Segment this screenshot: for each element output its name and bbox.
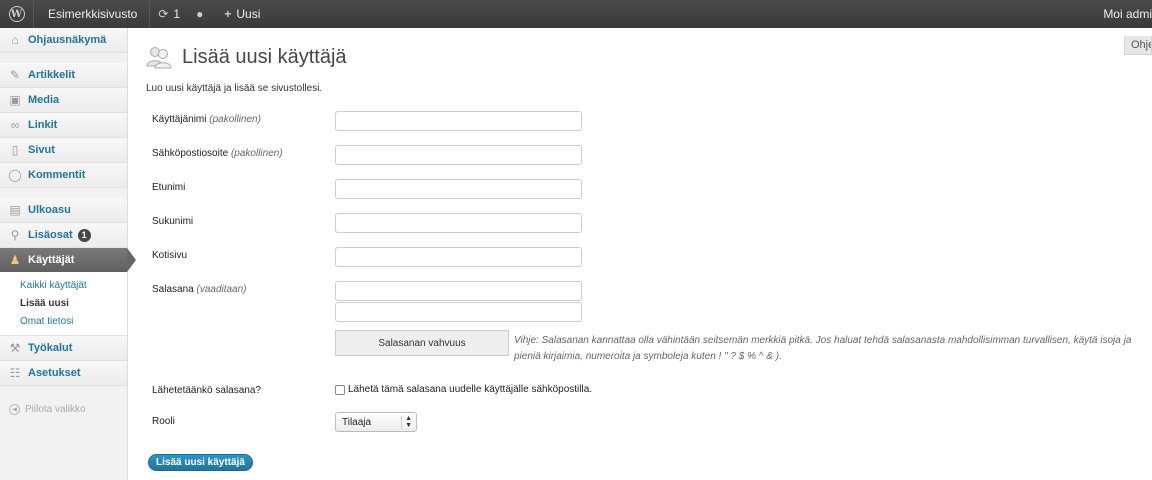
account-menu[interactable]: Moi admi: [1095, 0, 1152, 28]
pin-icon: ✎: [9, 68, 21, 82]
users-icon: [146, 47, 172, 69]
users-icon: ♟: [9, 253, 21, 267]
plugin-update-badge: 1: [77, 228, 91, 242]
users-submenu: Kaikki käyttäjät Lisää uusi Omat tietosi: [0, 272, 127, 336]
menu-media[interactable]: ▣ Media: [0, 88, 127, 113]
menu-posts[interactable]: ✎ Artikkelit: [0, 63, 127, 88]
help-tab[interactable]: Ohje: [1124, 36, 1152, 55]
password-hint: Vihje: Salasanan kannattaa olla vähintää…: [514, 335, 1132, 362]
collapse-menu-button[interactable]: ◀ Piilota valikko: [0, 396, 127, 422]
appearance-icon: ▤: [9, 203, 21, 217]
menu-separator: [0, 53, 127, 63]
menu-appearance[interactable]: ▤ Ulkoasu: [0, 198, 127, 223]
page-title: Lisää uusi käyttäjä: [182, 45, 347, 68]
link-icon: ∞: [10, 118, 20, 132]
admin-sidebar: ⌂ Ohjausnäkymä ✎ Artikkelit ▣ Media ∞ Li…: [0, 28, 136, 480]
username-label: Käyttäjänimi (pakollinen): [152, 114, 261, 125]
menu-label: Lisäosat: [28, 229, 73, 241]
settings-icon: ☷: [9, 366, 21, 380]
page-icon: ▯: [11, 143, 19, 157]
menu-label: Työkalut: [28, 342, 73, 354]
menu-label: Asetukset: [28, 367, 81, 379]
menu-label: Ohjausnäkymä: [28, 34, 107, 46]
menu-label: Kommentit: [28, 169, 86, 181]
lastname-input[interactable]: [335, 213, 582, 233]
website-input[interactable]: [335, 247, 582, 267]
password-label-text: Salasana: [152, 284, 194, 295]
wordpress-logo-icon: W: [8, 6, 25, 22]
menu-pages[interactable]: ▯ Sivut: [0, 138, 127, 163]
menu-label: Linkit: [28, 119, 58, 131]
menu-label: Media: [28, 94, 60, 106]
send-password-option[interactable]: Lähetä tämä salasana uudelle käyttäjälle…: [335, 384, 592, 395]
password-strength-indicator: Salasanan vahvuus: [335, 330, 509, 356]
menu-label: Sivut: [28, 144, 55, 156]
menu-label: Ulkoasu: [28, 204, 71, 216]
select-arrows-icon: ▲ ▼: [405, 415, 412, 429]
admin-bar: W Esimerkkisivusto ⟳ 1 ● + Uusi Moi admi: [0, 0, 1152, 28]
menu-users[interactable]: ♟ Käyttäjät: [0, 248, 136, 272]
menu-label: Artikkelit: [28, 69, 76, 81]
plugin-icon: ⚲: [10, 228, 20, 242]
updates-count: 1: [173, 7, 181, 21]
email-input[interactable]: [335, 145, 582, 165]
new-content-label: Uusi: [236, 7, 261, 21]
required-note: (pakollinen): [230, 148, 283, 159]
firstname-input[interactable]: [335, 179, 582, 199]
password-input[interactable]: [335, 281, 582, 301]
comment-bubble-icon: ●: [196, 7, 204, 21]
send-password-label: Lähetetäänkö salasana?: [152, 385, 261, 396]
menu-label: Käyttäjät: [28, 254, 75, 266]
new-content-menu[interactable]: + Uusi: [216, 0, 268, 28]
role-label: Rooli: [152, 416, 175, 427]
select-divider: [401, 416, 402, 429]
menu-dashboard[interactable]: ⌂ Ohjausnäkymä: [0, 28, 127, 53]
submenu-add-new[interactable]: Lisää uusi: [0, 295, 127, 313]
email-label-text: Sähköpostiosoite: [152, 148, 229, 159]
menu-comments[interactable]: ◯ Kommentit: [0, 163, 127, 188]
required-note: (pakollinen): [209, 114, 261, 125]
firstname-label: Etunimi: [152, 182, 186, 193]
send-password-checkbox-label: Lähetä tämä salasana uudelle käyttäjälle…: [348, 384, 593, 395]
collapse-arrow-icon: ◀: [9, 403, 20, 415]
wordpress-logo-menu[interactable]: W: [0, 0, 34, 28]
add-new-user-button[interactable]: Lisää uusi käyttäjä: [148, 454, 253, 471]
menu-settings[interactable]: ☷ Asetukset: [0, 361, 127, 386]
dashboard-icon: ⌂: [11, 33, 19, 47]
comments-link[interactable]: ●: [188, 0, 216, 28]
page-intro: Luo uusi käyttäjä ja lisää se sivustolle…: [146, 83, 323, 94]
submenu-all-users[interactable]: Kaikki käyttäjät: [0, 277, 127, 295]
refresh-icon: ⟳: [158, 7, 169, 21]
main-content: Ohje Lisää uusi käyttäjä Luo uusi käyttä…: [146, 28, 1152, 480]
menu-separator: [0, 188, 127, 198]
username-label-text: Käyttäjänimi: [152, 114, 207, 125]
menu-separator: [0, 386, 127, 396]
website-label: Kotisivu: [152, 250, 188, 261]
collapse-label: Piilota valikko: [25, 403, 86, 415]
menu-tools[interactable]: ⚒ Työkalut: [0, 336, 127, 361]
media-icon: ▣: [9, 93, 21, 107]
site-name-link[interactable]: Esimerkkisivusto: [34, 0, 149, 28]
role-select[interactable]: Tilaaja ▲ ▼: [335, 412, 417, 432]
plus-icon: +: [224, 7, 232, 21]
role-selected-value: Tilaaja: [342, 416, 372, 428]
email-label: Sähköpostiosoite (pakollinen): [152, 148, 283, 159]
required-note: (vaaditaan): [196, 284, 247, 295]
lastname-label: Sukunimi: [152, 216, 194, 227]
page-header: Lisää uusi käyttäjä: [146, 44, 347, 70]
password-confirm-input[interactable]: [335, 302, 582, 322]
submenu-your-profile[interactable]: Omat tietosi: [0, 313, 127, 331]
menu-links[interactable]: ∞ Linkit: [0, 113, 127, 138]
username-input[interactable]: [335, 111, 582, 131]
tools-icon: ⚒: [9, 341, 21, 355]
updates-link[interactable]: ⟳ 1: [150, 0, 188, 28]
comment-icon: ◯: [8, 168, 22, 182]
menu-plugins[interactable]: ⚲ Lisäosat 1: [0, 223, 127, 248]
password-label: Salasana (vaaditaan): [152, 284, 247, 295]
send-password-checkbox[interactable]: [335, 384, 345, 395]
